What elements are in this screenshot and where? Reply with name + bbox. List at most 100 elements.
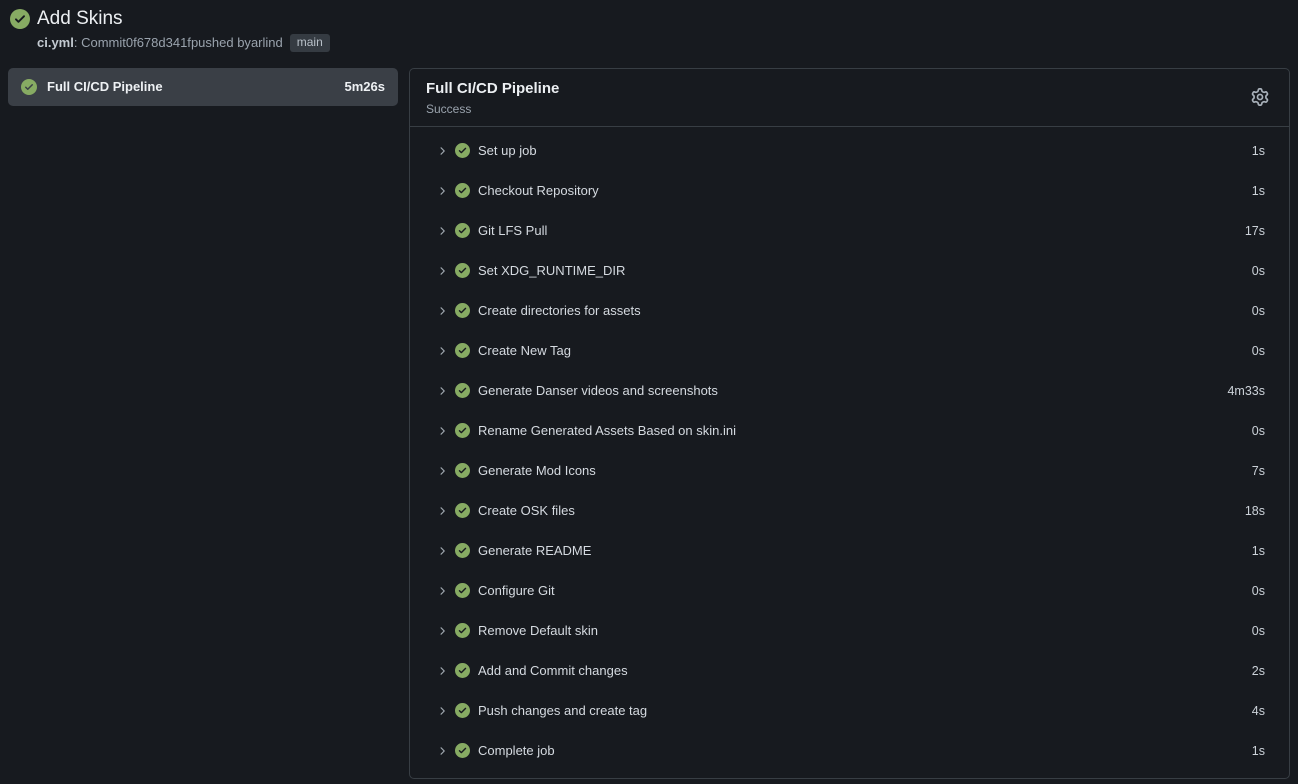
commit-label: : Commit [74, 35, 126, 50]
chevron-right-icon[interactable] [436, 465, 448, 477]
workflow-file: ci.yml [37, 35, 74, 50]
step-row[interactable]: Create OSK files 18s [410, 491, 1289, 531]
check-circle-icon [455, 303, 470, 318]
check-circle-icon [455, 463, 470, 478]
branch-badge[interactable]: main [290, 34, 330, 52]
step-name: Complete job [478, 743, 555, 758]
check-circle-icon [455, 343, 470, 358]
step-name: Set up job [478, 143, 537, 158]
step-duration: 1s [1252, 184, 1265, 198]
chevron-right-icon[interactable] [436, 545, 448, 557]
chevron-right-icon[interactable] [436, 745, 448, 757]
check-circle-icon [455, 263, 470, 278]
check-circle-icon [455, 543, 470, 558]
author-link[interactable]: arlind [251, 35, 283, 50]
step-duration: 18s [1245, 504, 1265, 518]
sidebar-job-item[interactable]: Full CI/CD Pipeline 5m26s [8, 68, 398, 106]
step-row[interactable]: Set up job 1s [410, 131, 1289, 171]
steps-list: Set up job 1s Checkout Repository 1s [410, 127, 1289, 778]
step-row[interactable]: Complete job 1s [410, 731, 1289, 771]
page-title: Add Skins [37, 7, 330, 31]
step-duration: 17s [1245, 224, 1265, 238]
chevron-right-icon[interactable] [436, 585, 448, 597]
step-duration: 4m33s [1227, 384, 1265, 398]
step-duration: 0s [1252, 424, 1265, 438]
step-row[interactable]: Rename Generated Assets Based on skin.in… [410, 411, 1289, 451]
run-header: Add Skins ci.yml: Commit 0f678d341f push… [0, 0, 1298, 52]
chevron-right-icon[interactable] [436, 385, 448, 397]
job-name: Full CI/CD Pipeline [47, 79, 335, 94]
run-content: Full CI/CD Pipeline 5m26s Full CI/CD Pip… [0, 52, 1298, 779]
chevron-right-icon[interactable] [436, 345, 448, 357]
chevron-right-icon[interactable] [436, 505, 448, 517]
check-circle-icon [455, 183, 470, 198]
step-duration: 0s [1252, 264, 1265, 278]
check-circle-icon [455, 223, 470, 238]
step-row[interactable]: Generate README 1s [410, 531, 1289, 571]
step-row[interactable]: Checkout Repository 1s [410, 171, 1289, 211]
job-title: Full CI/CD Pipeline [426, 80, 559, 99]
step-name: Configure Git [478, 583, 555, 598]
run-subtitle: ci.yml: Commit 0f678d341f pushed by arli… [37, 34, 330, 52]
step-duration: 2s [1252, 664, 1265, 678]
step-row[interactable]: Create directories for assets 0s [410, 291, 1289, 331]
step-row[interactable]: Set XDG_RUNTIME_DIR 0s [410, 251, 1289, 291]
step-row[interactable]: Create New Tag 0s [410, 331, 1289, 371]
step-row[interactable]: Generate Danser videos and screenshots 4… [410, 371, 1289, 411]
step-name: Add and Commit changes [478, 663, 628, 678]
chevron-right-icon[interactable] [436, 225, 448, 237]
check-circle-icon [455, 383, 470, 398]
check-circle-icon [455, 423, 470, 438]
step-duration: 0s [1252, 624, 1265, 638]
commit-hash[interactable]: 0f678d341f [126, 35, 191, 50]
check-circle-icon [455, 583, 470, 598]
check-circle-icon [21, 79, 37, 95]
step-row[interactable]: Add and Commit changes 2s [410, 651, 1289, 691]
job-status-text: Success [426, 102, 559, 116]
step-row[interactable]: Git LFS Pull 17s [410, 211, 1289, 251]
step-row[interactable]: Push changes and create tag 4s [410, 691, 1289, 731]
check-circle-icon [10, 9, 30, 29]
chevron-right-icon[interactable] [436, 665, 448, 677]
step-name: Generate README [478, 543, 591, 558]
step-name: Create New Tag [478, 343, 571, 358]
step-duration: 1s [1252, 144, 1265, 158]
step-duration: 4s [1252, 704, 1265, 718]
chevron-right-icon[interactable] [436, 185, 448, 197]
step-name: Generate Danser videos and screenshots [478, 383, 718, 398]
gear-icon[interactable] [1248, 85, 1272, 109]
chevron-right-icon[interactable] [436, 425, 448, 437]
job-duration: 5m26s [345, 79, 385, 94]
step-duration: 1s [1252, 544, 1265, 558]
step-name: Git LFS Pull [478, 223, 547, 238]
check-circle-icon [455, 503, 470, 518]
check-circle-icon [455, 703, 470, 718]
step-name: Generate Mod Icons [478, 463, 596, 478]
step-row[interactable]: Remove Default skin 0s [410, 611, 1289, 651]
step-row[interactable]: Generate Mod Icons 7s [410, 451, 1289, 491]
job-panel-header: Full CI/CD Pipeline Success [410, 69, 1289, 127]
pushed-by-label: pushed by [191, 35, 251, 50]
step-row[interactable]: Configure Git 0s [410, 571, 1289, 611]
step-duration: 1s [1252, 744, 1265, 758]
step-name: Remove Default skin [478, 623, 598, 638]
step-name: Create OSK files [478, 503, 575, 518]
jobs-sidebar: Full CI/CD Pipeline 5m26s [8, 68, 398, 106]
chevron-right-icon[interactable] [436, 705, 448, 717]
step-name: Rename Generated Assets Based on skin.in… [478, 423, 736, 438]
chevron-right-icon[interactable] [436, 265, 448, 277]
check-circle-icon [455, 143, 470, 158]
check-circle-icon [455, 663, 470, 678]
step-name: Checkout Repository [478, 183, 599, 198]
chevron-right-icon[interactable] [436, 145, 448, 157]
step-duration: 0s [1252, 584, 1265, 598]
step-duration: 7s [1252, 464, 1265, 478]
chevron-right-icon[interactable] [436, 305, 448, 317]
step-name: Push changes and create tag [478, 703, 647, 718]
step-duration: 0s [1252, 344, 1265, 358]
step-name: Set XDG_RUNTIME_DIR [478, 263, 625, 278]
check-circle-icon [455, 743, 470, 758]
step-name: Create directories for assets [478, 303, 641, 318]
step-duration: 0s [1252, 304, 1265, 318]
chevron-right-icon[interactable] [436, 625, 448, 637]
